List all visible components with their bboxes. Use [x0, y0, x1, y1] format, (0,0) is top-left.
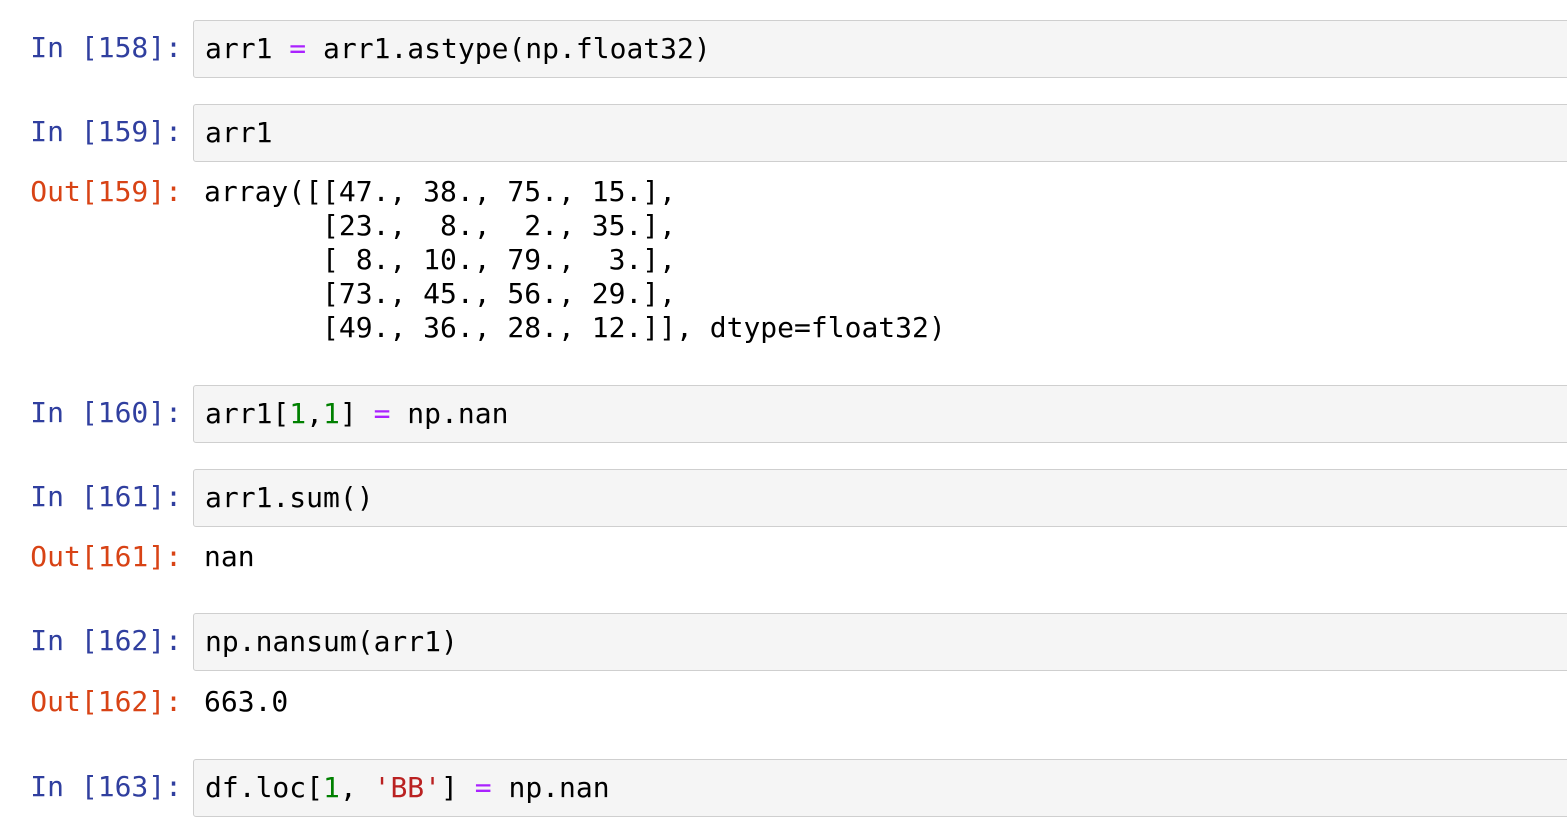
- code-line: arr1.sum(): [205, 481, 374, 514]
- code-line: arr1: [205, 116, 273, 149]
- output-prompt: Out[162]:: [30, 685, 182, 718]
- code-cell-input[interactable]: arr1: [193, 104, 1567, 162]
- input-prompt: In [159]:: [30, 115, 182, 148]
- code-cell-input[interactable]: arr1 = arr1.astype(np.float32): [193, 20, 1567, 78]
- code-line: arr1 = arr1.astype(np.float32): [205, 32, 711, 65]
- cell-output: array([[47., 38., 75., 15.], [23., 8., 2…: [204, 175, 946, 344]
- code-cell-input[interactable]: np.nansum(arr1): [193, 613, 1567, 671]
- cell-output: nan: [204, 540, 255, 573]
- input-prompt: In [163]:: [30, 770, 182, 803]
- code-cell-input[interactable]: arr1.sum(): [193, 469, 1567, 527]
- code-line: arr1[1,1] = np.nan: [205, 397, 509, 430]
- code-cell-input[interactable]: arr1[1,1] = np.nan: [193, 385, 1567, 443]
- notebook: In [158]: arr1 = arr1.astype(np.float32)…: [0, 0, 1567, 832]
- input-prompt: In [158]:: [30, 31, 182, 64]
- input-prompt: In [160]:: [30, 396, 182, 429]
- code-line: df.loc[1, 'BB'] = np.nan: [205, 771, 610, 804]
- input-prompt: In [161]:: [30, 480, 182, 513]
- code-line: np.nansum(arr1): [205, 625, 458, 658]
- output-prompt: Out[161]:: [30, 540, 182, 573]
- code-cell-input[interactable]: df.loc[1, 'BB'] = np.nan: [193, 759, 1567, 817]
- input-prompt: In [162]:: [30, 624, 182, 657]
- cell-output: 663.0: [204, 685, 289, 718]
- output-prompt: Out[159]:: [30, 175, 182, 208]
